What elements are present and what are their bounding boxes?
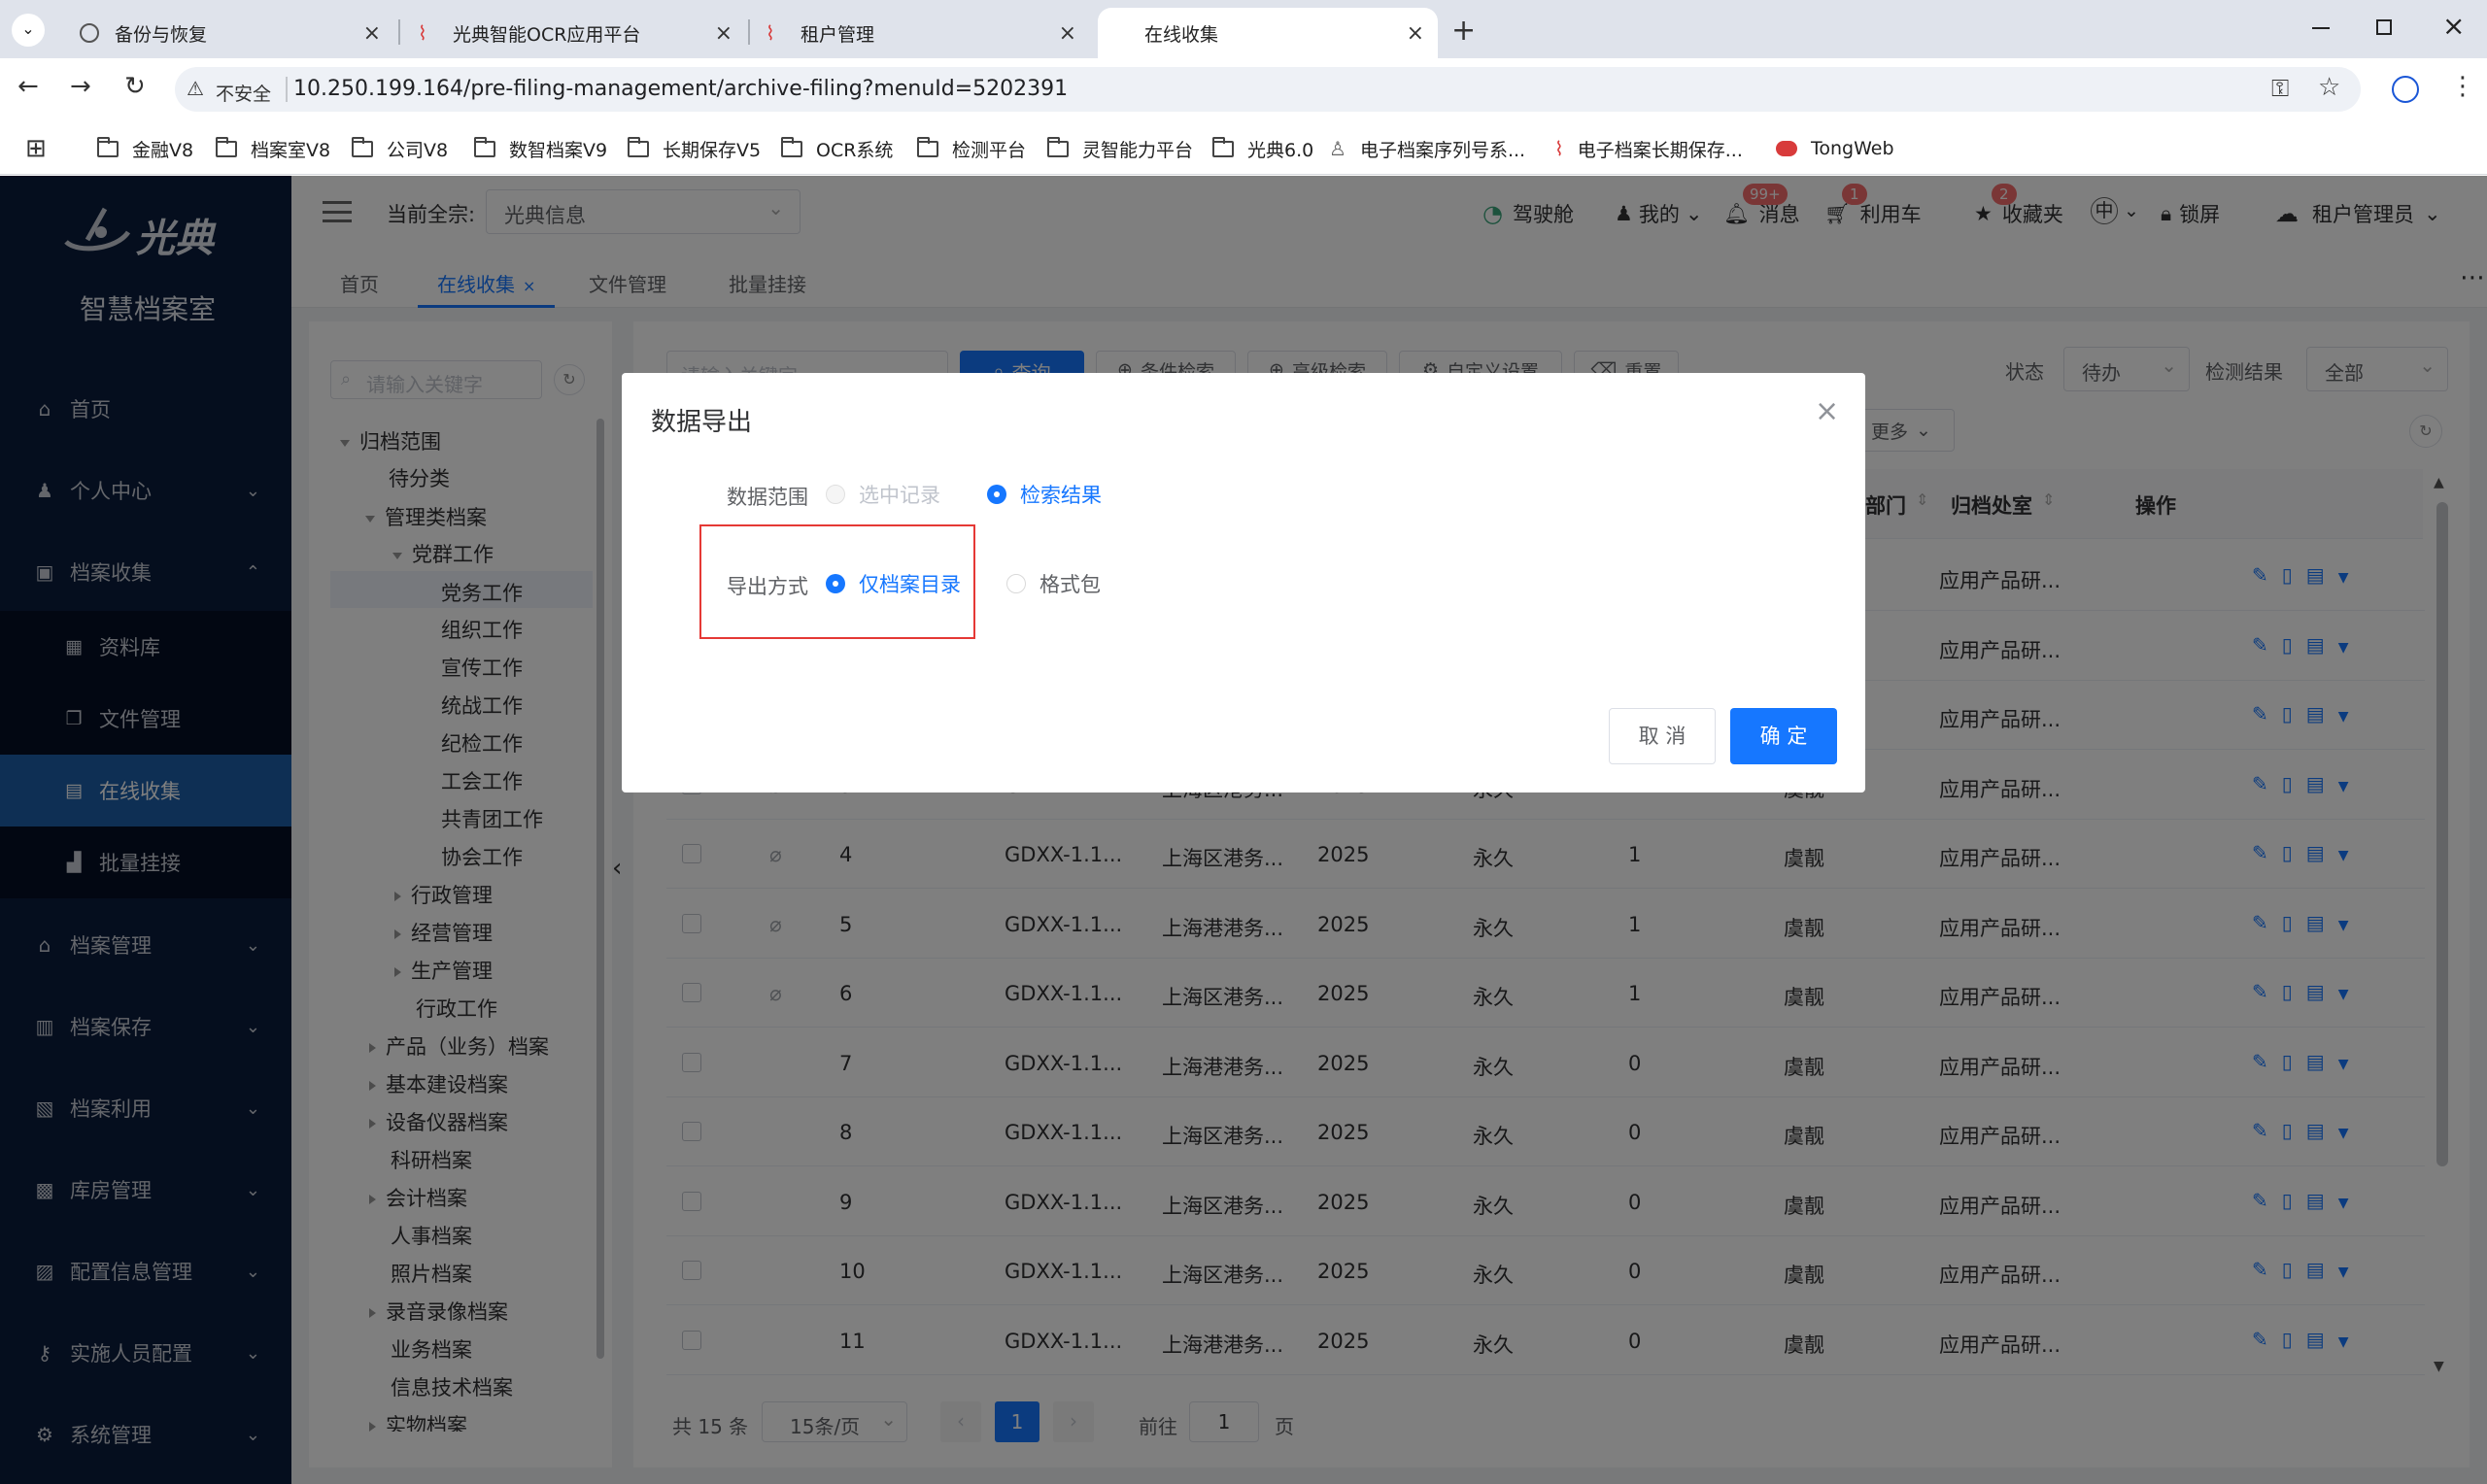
bookmark-favicon-icon	[1776, 141, 1797, 156]
bookmark-link[interactable]: ♙ 电子档案序列号系...	[1329, 134, 1525, 163]
folder-icon	[780, 136, 802, 157]
bookmark-link[interactable]: ⌇ 电子档案长期保存...	[1554, 134, 1743, 163]
back-icon[interactable]: ←	[17, 72, 39, 101]
radio-checked-icon	[826, 574, 845, 593]
browser-tab[interactable]: ⌇ 光典智能OCR应用平台 ×	[402, 8, 746, 58]
range-result-radio[interactable]: 检索结果	[987, 480, 1102, 509]
bookmark-folder[interactable]: 光典6.0	[1211, 134, 1313, 163]
radio-icon	[1006, 574, 1026, 593]
browser-tab[interactable]: ⌇ 租户管理 ×	[750, 8, 1090, 58]
mode-package-radio[interactable]: 格式包	[1006, 569, 1101, 598]
radio-icon	[826, 485, 845, 504]
bookmark-folder[interactable]: 公司V8	[351, 134, 448, 163]
close-window-icon[interactable]: ×	[2442, 10, 2465, 42]
close-icon[interactable]: ×	[1407, 21, 1424, 46]
not-secure-label: 不安全	[216, 84, 272, 105]
tab-title: 备份与恢复	[115, 23, 208, 46]
menu-icon[interactable]: ⋮	[2450, 72, 2475, 101]
folder-icon	[1211, 136, 1234, 157]
apps-grid-icon[interactable]: ⊞	[25, 136, 47, 161]
folder-icon	[215, 136, 237, 157]
bookmark-folder[interactable]: 检测平台	[916, 134, 1026, 163]
new-tab-icon[interactable]: +	[1451, 14, 1476, 48]
reload-icon[interactable]: ↻	[124, 72, 146, 101]
minimize-icon[interactable]	[2312, 27, 2330, 29]
url-field[interactable]: ⚠ 不安全 10.250.199.164/pre-filing-manageme…	[175, 67, 2361, 112]
bookmark-folder[interactable]: 长期保存V5	[627, 134, 761, 163]
folder-icon	[916, 136, 938, 157]
restore-icon[interactable]	[2376, 19, 2392, 35]
tab-title: 光典智能OCR应用平台	[453, 23, 641, 46]
bookmark-favicon-icon: ♙	[1329, 137, 1346, 160]
data-range-label: 数据范围	[727, 486, 808, 509]
close-icon[interactable]: ×	[715, 21, 732, 46]
folder-icon	[473, 136, 495, 157]
tab-title: 在线收集	[1144, 23, 1219, 46]
browser-tab-strip: ⌄ 备份与恢复 × ⌇ 光典智能OCR应用平台 × ⌇ 租户管理 × 在线收集 …	[0, 0, 2487, 58]
bookmark-folder[interactable]: 金融V8	[96, 134, 193, 163]
bookmark-folder[interactable]: 档案室V8	[215, 134, 330, 163]
globe-icon	[80, 23, 99, 43]
tab-title: 租户管理	[801, 23, 875, 46]
warning-icon: ⚠	[187, 77, 204, 100]
bookmark-favicon-icon: ⌇	[1554, 137, 1564, 160]
close-icon[interactable]: ×	[363, 21, 381, 46]
mode-catalog-radio[interactable]: 仅档案目录	[826, 569, 961, 598]
radio-checked-icon	[987, 485, 1006, 504]
star-icon[interactable]: ☆	[2318, 73, 2340, 102]
bookmark-folder[interactable]: 数智档案V9	[473, 134, 607, 163]
tab-list-dropdown-icon[interactable]: ⌄	[12, 14, 45, 47]
data-export-dialog: 数据导出 × 数据范围 选中记录 检索结果 导出方式 仅档案目录 格式包 取 消…	[622, 373, 1865, 793]
close-icon[interactable]: ×	[1059, 21, 1076, 46]
forward-icon[interactable]: →	[70, 72, 91, 101]
folder-icon	[351, 136, 373, 157]
browser-tab[interactable]: 备份与恢复 ×	[64, 8, 394, 58]
close-icon[interactable]: ×	[1815, 394, 1839, 428]
url-text: 10.250.199.164/pre-filing-management/arc…	[293, 77, 1069, 101]
password-key-icon[interactable]: ⚿	[2271, 75, 2289, 102]
bookmark-link[interactable]: TongWeb	[1776, 134, 1894, 163]
folder-icon	[96, 136, 119, 157]
address-bar: ← → ↻ ⚠ 不安全 10.250.199.164/pre-filing-ma…	[0, 58, 2487, 122]
profile-icon[interactable]	[2392, 76, 2419, 103]
range-selected-radio[interactable]: 选中记录	[826, 480, 940, 509]
bookmark-folder[interactable]: 灵智能力平台	[1046, 134, 1193, 163]
site-logo-icon: ⌇	[418, 21, 427, 45]
cancel-button[interactable]: 取 消	[1609, 708, 1716, 764]
folder-icon	[627, 136, 649, 157]
dialog-title: 数据导出	[651, 408, 753, 437]
bookmarks-bar: ⊞ 金融V8 档案室V8 公司V8 数智档案V9 长期保存V5 OCR系统 检测…	[0, 122, 2487, 175]
export-mode-label: 导出方式	[727, 575, 808, 598]
browser-tab-active[interactable]: 在线收集 ×	[1098, 8, 1438, 58]
site-logo-icon: ⌇	[766, 21, 775, 45]
confirm-button[interactable]: 确 定	[1730, 708, 1837, 764]
bookmark-folder[interactable]: OCR系统	[780, 134, 893, 163]
folder-icon	[1046, 136, 1069, 157]
